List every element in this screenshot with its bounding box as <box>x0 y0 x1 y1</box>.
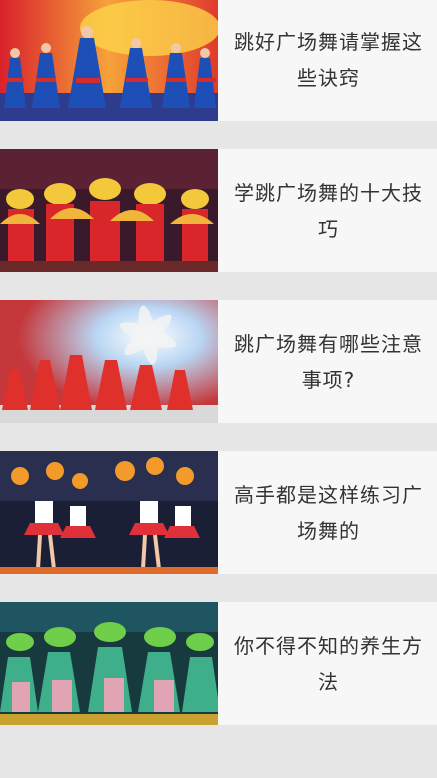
article-card[interactable]: 高手都是这样练习广场舞的 <box>0 451 437 574</box>
article-card[interactable]: 你不得不知的养生方法 <box>0 602 437 725</box>
article-title[interactable]: 跳好广场舞请掌握这些诀窍 <box>218 24 437 96</box>
article-card[interactable]: 跳好广场舞请掌握这些诀窍 <box>0 0 437 121</box>
article-title[interactable]: 高手都是这样练习广场舞的 <box>218 477 437 549</box>
dancers-red-flower-stage-image[interactable] <box>0 300 218 423</box>
article-title[interactable]: 你不得不知的养生方法 <box>218 628 437 700</box>
dancers-cheer-pompoms-image[interactable] <box>0 451 218 574</box>
article-list: 跳好广场舞请掌握这些诀窍 学跳广场舞的十大技巧 跳广场舞有哪些注意事项? 高手都… <box>0 0 437 725</box>
dancers-blue-red-stage-image[interactable] <box>0 0 218 121</box>
dancers-green-costumes-image[interactable] <box>0 602 218 725</box>
article-card[interactable]: 跳广场舞有哪些注意事项? <box>0 300 437 423</box>
article-title[interactable]: 学跳广场舞的十大技巧 <box>218 175 437 247</box>
article-title[interactable]: 跳广场舞有哪些注意事项? <box>218 326 437 398</box>
dancers-yellow-red-fans-image[interactable] <box>0 149 218 272</box>
article-card[interactable]: 学跳广场舞的十大技巧 <box>0 149 437 272</box>
